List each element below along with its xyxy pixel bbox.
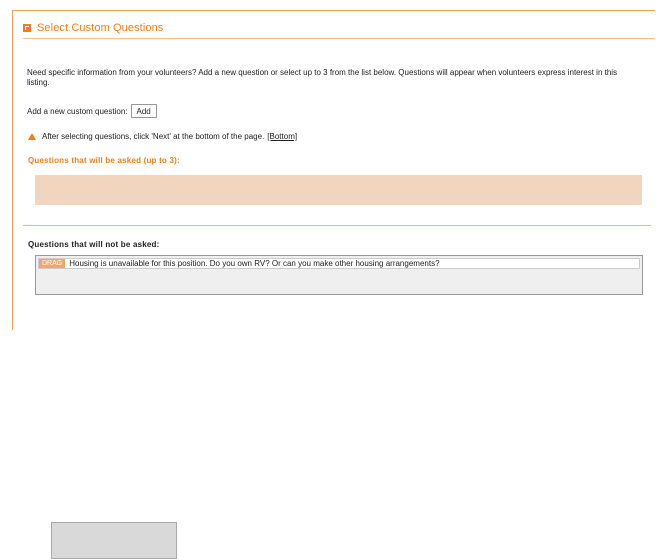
header-divider [23,38,655,39]
asked-questions-drop-zone[interactable] [35,175,642,205]
bottom-link[interactable]: [Bottom] [267,132,297,141]
not-asked-questions-list: DRAG Housing is unavailable for this pos… [35,255,643,559]
asked-questions-heading: Questions that will be asked (up to 3): [28,156,180,165]
add-question-row: Add a new custom question: Add [27,104,157,118]
question-row[interactable]: DRAG Housing is unavailable for this pos… [38,258,640,269]
intro-text: Need specific information from your volu… [27,68,618,87]
question-text: Housing is unavailable for this position… [69,259,440,268]
warning-row: After selecting questions, click 'Next' … [28,132,297,141]
section-divider [23,225,651,226]
add-question-button[interactable]: Add [130,104,157,118]
panel-title: Select Custom Questions [37,22,164,34]
empty-question-slot[interactable] [51,522,177,559]
add-question-label: Add a new custom question: [27,106,128,116]
not-asked-questions-heading: Questions that will not be asked: [28,240,160,249]
panel-header: Select Custom Questions [23,22,163,34]
custom-questions-panel: Select Custom Questions Need specific in… [12,10,655,559]
square-bullet-icon [23,24,31,32]
drag-handle[interactable]: DRAG [39,259,66,268]
warning-triangle-icon [28,133,36,140]
warning-text: After selecting questions, click 'Next' … [42,132,265,141]
